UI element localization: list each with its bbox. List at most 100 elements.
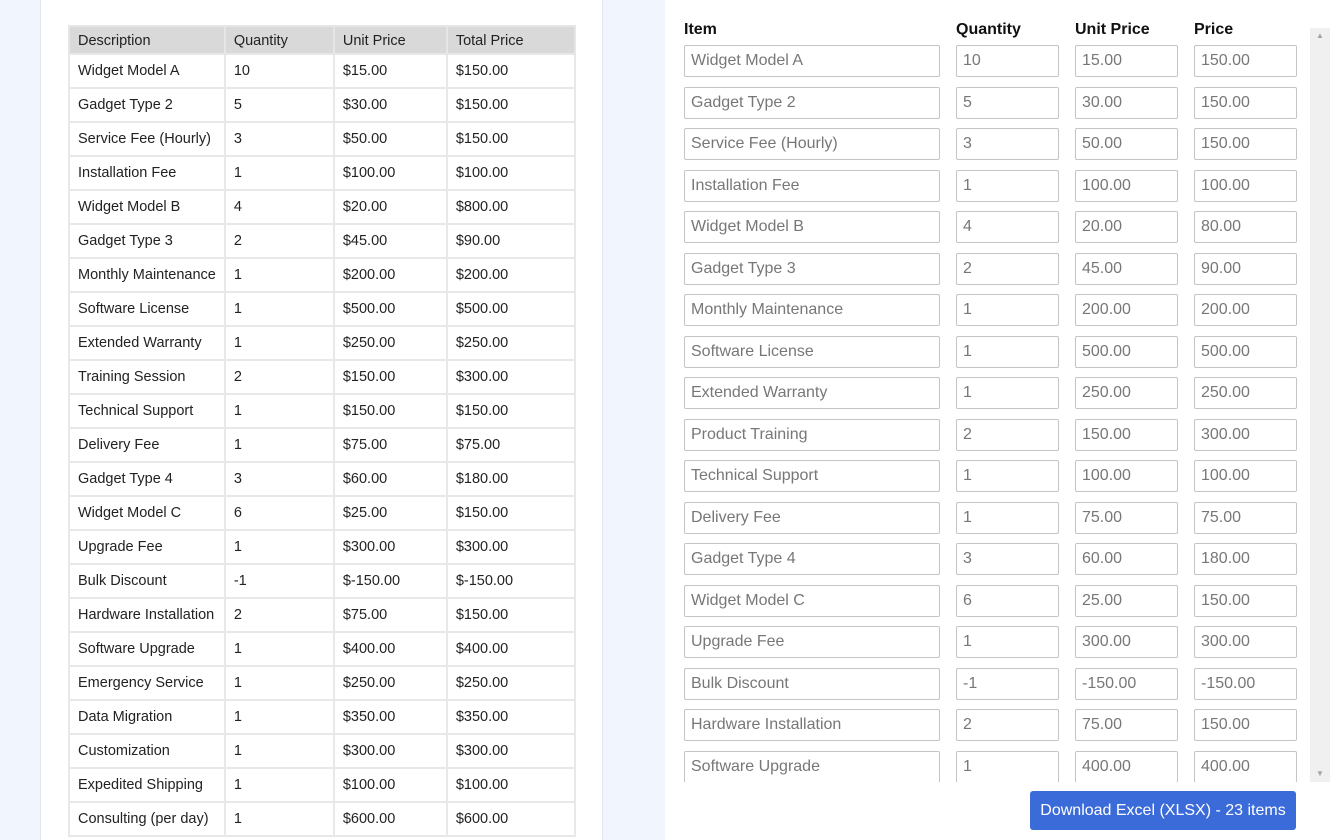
price-input[interactable]	[1194, 750, 1297, 782]
price-input[interactable]	[1194, 460, 1297, 492]
quantity-input[interactable]	[956, 45, 1059, 77]
cell-quantity: 1	[223, 155, 335, 191]
quantity-input[interactable]	[956, 211, 1059, 243]
item-name-input[interactable]	[684, 377, 940, 409]
quantity-input[interactable]	[956, 709, 1059, 741]
item-name-input[interactable]	[684, 45, 940, 77]
line-item-row	[684, 86, 1297, 119]
quantity-input[interactable]	[956, 543, 1059, 575]
cell-quantity: 1	[223, 699, 335, 735]
price-input[interactable]	[1194, 418, 1297, 451]
price-input[interactable]	[1194, 667, 1297, 700]
item-name-input[interactable]	[684, 543, 940, 575]
line-items-scroll-area[interactable]	[665, 44, 1330, 782]
unit-price-input[interactable]	[1075, 252, 1178, 285]
price-input[interactable]	[1194, 128, 1297, 160]
item-name-input[interactable]	[684, 626, 940, 658]
item-name-input[interactable]	[684, 460, 940, 492]
quantity-input[interactable]	[956, 252, 1059, 285]
line-item-row	[684, 211, 1297, 243]
quantity-input[interactable]	[956, 501, 1059, 534]
quantity-input[interactable]	[956, 750, 1059, 782]
unit-price-input[interactable]	[1075, 335, 1178, 368]
invoice-preview-card: Description Quantity Unit Price Total Pr…	[40, 0, 603, 840]
quantity-input[interactable]	[956, 169, 1059, 202]
cell-description: Extended Warranty	[68, 325, 226, 361]
item-name-input[interactable]	[684, 128, 940, 160]
quantity-input[interactable]	[956, 294, 1059, 326]
item-name-input[interactable]	[684, 335, 940, 368]
quantity-input[interactable]	[956, 128, 1059, 160]
item-name-input[interactable]	[684, 86, 940, 119]
unit-price-input[interactable]	[1075, 45, 1178, 77]
price-input[interactable]	[1194, 584, 1297, 617]
price-input[interactable]	[1194, 543, 1297, 575]
cell-quantity: 1	[223, 665, 335, 701]
cell-total-price: $150.00	[445, 121, 577, 157]
line-item-row	[684, 128, 1297, 160]
unit-price-input[interactable]	[1075, 626, 1178, 658]
unit-price-input[interactable]	[1075, 584, 1178, 617]
unit-price-input[interactable]	[1075, 709, 1178, 741]
unit-price-input[interactable]	[1075, 750, 1178, 782]
item-name-input[interactable]	[684, 709, 940, 741]
scroll-down-arrow-icon[interactable]: ▼	[1310, 766, 1330, 782]
header-description: Description	[68, 25, 226, 54]
item-name-input[interactable]	[684, 501, 940, 534]
line-item-row	[684, 584, 1297, 617]
unit-price-input[interactable]	[1075, 460, 1178, 492]
unit-price-input[interactable]	[1075, 418, 1178, 451]
scroll-up-arrow-icon[interactable]: ▲	[1310, 28, 1330, 44]
price-input[interactable]	[1194, 86, 1297, 119]
quantity-input[interactable]	[956, 418, 1059, 451]
unit-price-input[interactable]	[1075, 128, 1178, 160]
item-name-input[interactable]	[684, 169, 940, 202]
item-name-input[interactable]	[684, 294, 940, 326]
item-name-input[interactable]	[684, 584, 940, 617]
price-input[interactable]	[1194, 45, 1297, 77]
quantity-input[interactable]	[956, 626, 1059, 658]
cell-description: Widget Model A	[68, 53, 226, 89]
quantity-input[interactable]	[956, 335, 1059, 368]
table-row: Widget Model A 10 $15.00 $150.00	[68, 53, 577, 89]
cell-unit-price: $500.00	[332, 291, 448, 327]
cell-total-price: $90.00	[445, 223, 577, 259]
cell-quantity: 1	[223, 631, 335, 667]
cell-description: Installation Fee	[68, 155, 226, 191]
price-input[interactable]	[1194, 169, 1297, 202]
unit-price-input[interactable]	[1075, 501, 1178, 534]
price-input[interactable]	[1194, 335, 1297, 368]
quantity-input[interactable]	[956, 460, 1059, 492]
unit-price-input[interactable]	[1075, 169, 1178, 202]
quantity-input[interactable]	[956, 86, 1059, 119]
cell-description: Bulk Discount	[68, 563, 226, 599]
cell-unit-price: $150.00	[332, 393, 448, 429]
item-name-input[interactable]	[684, 252, 940, 285]
price-input[interactable]	[1194, 294, 1297, 326]
unit-price-input[interactable]	[1075, 86, 1178, 119]
price-input[interactable]	[1194, 626, 1297, 658]
table-row: Monthly Maintenance 1 $200.00 $200.00	[68, 257, 577, 293]
cell-description: Software License	[68, 291, 226, 327]
unit-price-input[interactable]	[1075, 543, 1178, 575]
unit-price-input[interactable]	[1075, 667, 1178, 700]
download-excel-button[interactable]: Download Excel (XLSX) - 23 items	[1030, 791, 1296, 830]
item-name-input[interactable]	[684, 211, 940, 243]
unit-price-input[interactable]	[1075, 294, 1178, 326]
price-input[interactable]	[1194, 211, 1297, 243]
unit-price-input[interactable]	[1075, 211, 1178, 243]
quantity-input[interactable]	[956, 584, 1059, 617]
cell-total-price: $150.00	[445, 393, 577, 429]
price-input[interactable]	[1194, 377, 1297, 409]
price-input[interactable]	[1194, 501, 1297, 534]
price-input[interactable]	[1194, 252, 1297, 285]
item-name-input[interactable]	[684, 418, 940, 451]
unit-price-input[interactable]	[1075, 377, 1178, 409]
cell-description: Emergency Service	[68, 665, 226, 701]
price-input[interactable]	[1194, 709, 1297, 741]
quantity-input[interactable]	[956, 667, 1059, 700]
quantity-input[interactable]	[956, 377, 1059, 409]
item-name-input[interactable]	[684, 667, 940, 700]
vertical-scrollbar[interactable]: ▲ ▼	[1310, 28, 1330, 782]
item-name-input[interactable]	[684, 750, 940, 782]
